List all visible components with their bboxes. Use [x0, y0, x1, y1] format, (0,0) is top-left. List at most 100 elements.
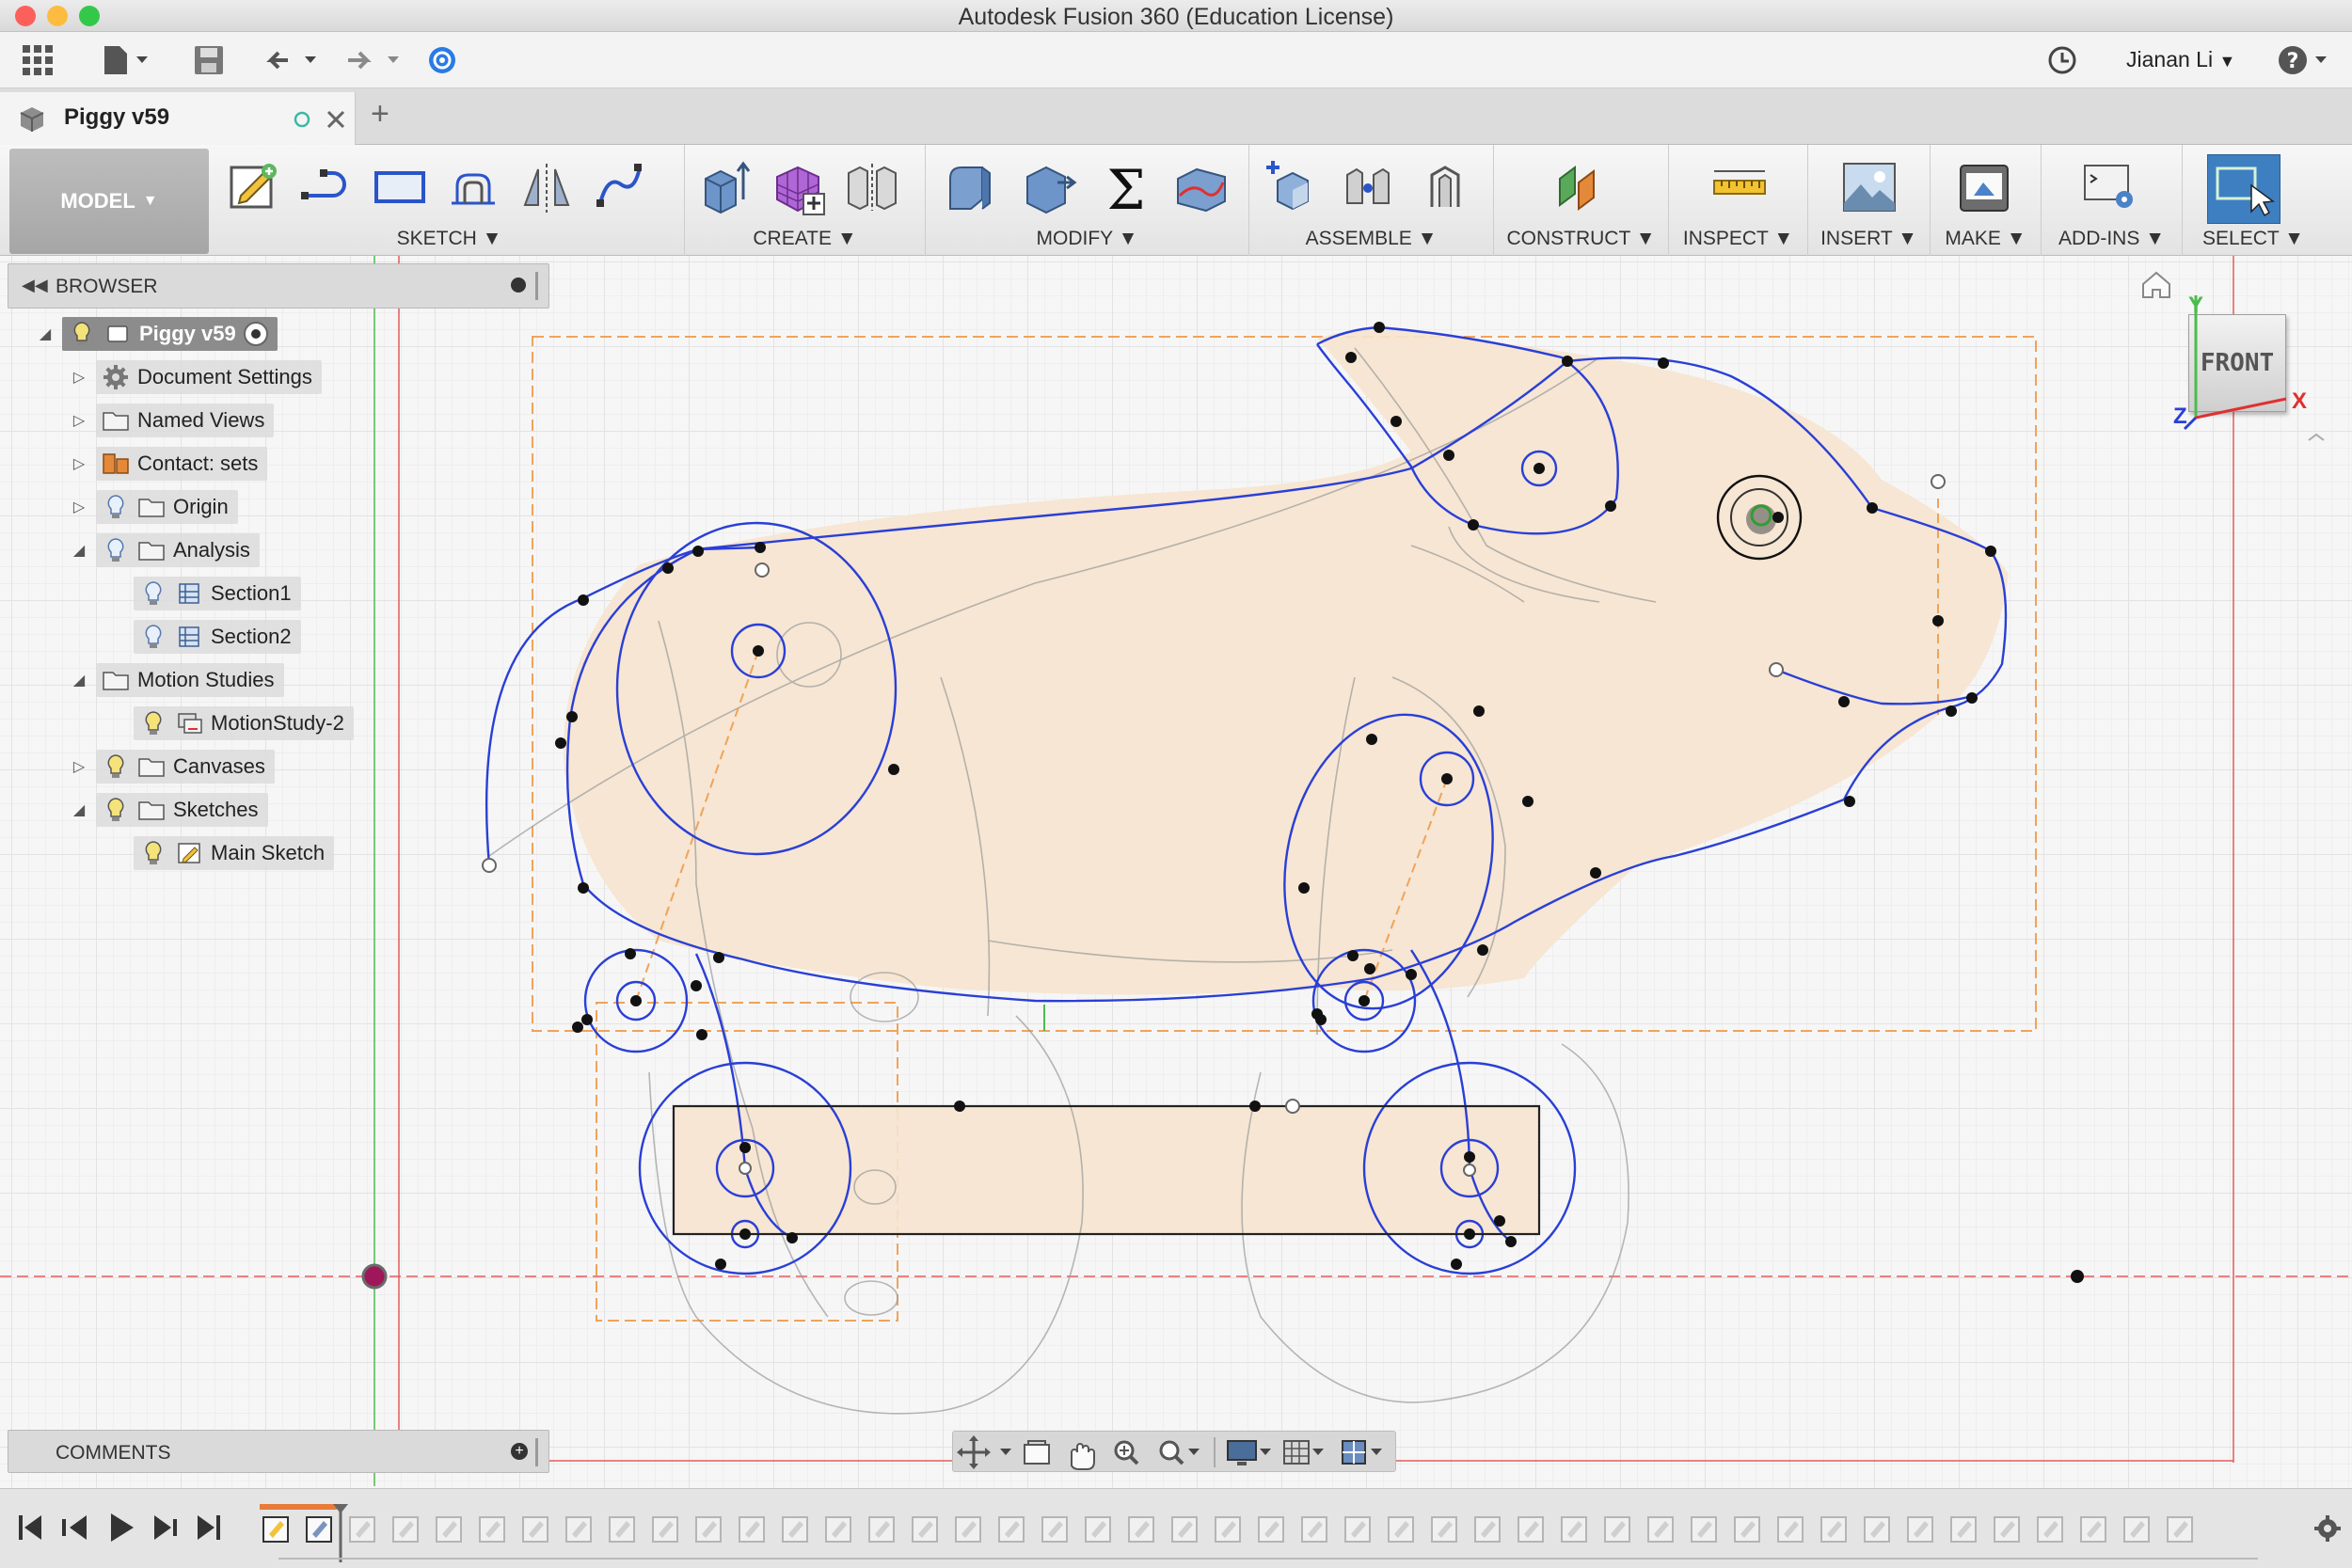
user-account-menu[interactable]: Jianan Li ▼ — [2126, 47, 2235, 72]
expanded-triangle-icon[interactable]: ◢ — [68, 800, 90, 819]
timeline-feature-icon[interactable] — [1344, 1516, 1371, 1543]
timeline-feature-icon[interactable] — [1518, 1516, 1544, 1543]
timeline-feature-icon[interactable] — [2123, 1516, 2150, 1543]
app-grid-icon[interactable] — [17, 41, 58, 79]
timeline-feature-icon[interactable] — [565, 1516, 592, 1543]
tree-item-section2[interactable]: Section2 — [134, 619, 301, 655]
expanded-triangle-icon[interactable]: ◢ — [68, 671, 90, 689]
panel-resize-handle[interactable] — [535, 272, 538, 300]
lightbulb-icon[interactable] — [68, 321, 96, 347]
timeline-feature-icon[interactable] — [1994, 1516, 2020, 1543]
timeline-feature-icon[interactable] — [1041, 1516, 1068, 1543]
timeline-feature-icon[interactable] — [1734, 1516, 1760, 1543]
mirror-icon[interactable] — [517, 158, 576, 216]
tree-item-contact-sets[interactable]: ▷ Contact: sets — [68, 446, 268, 482]
tree-item-section1[interactable]: Section1 — [134, 576, 301, 611]
view-cube-menu-icon[interactable] — [2308, 433, 2325, 441]
display-settings-icon[interactable] — [1227, 1440, 1271, 1465]
timeline-feature-icon[interactable] — [1215, 1516, 1241, 1543]
timeline-feature-icon[interactable] — [1604, 1516, 1630, 1543]
timeline-feature-icon[interactable] — [1907, 1516, 1933, 1543]
timeline-feature-icon[interactable] — [1647, 1516, 1674, 1543]
create-form-icon[interactable] — [770, 158, 828, 216]
pan-icon[interactable] — [1071, 1443, 1095, 1470]
ribbon-group-sketch-label[interactable]: SKETCH ▼ — [215, 228, 684, 250]
zoom-icon[interactable] — [1114, 1440, 1139, 1465]
file-icon[interactable] — [94, 41, 156, 79]
timeline-feature-icon[interactable] — [652, 1516, 678, 1543]
timeline-feature-icon[interactable] — [522, 1516, 548, 1543]
timeline-features[interactable] — [262, 1516, 2193, 1543]
timeline-feature-icon[interactable] — [1777, 1516, 1804, 1543]
timeline-feature-icon[interactable] — [912, 1516, 938, 1543]
lightbulb-icon[interactable] — [139, 624, 167, 650]
new-tab-button[interactable]: + — [371, 96, 389, 133]
expanded-triangle-icon[interactable]: ◢ — [34, 325, 56, 343]
timeline-feature-icon[interactable] — [1258, 1516, 1284, 1543]
job-status-icon[interactable] — [2042, 41, 2083, 79]
last-frame-icon[interactable] — [198, 1515, 220, 1540]
line-icon[interactable] — [297, 158, 356, 216]
ribbon-group-create-label[interactable]: CREATE ▼ — [685, 228, 925, 250]
orbit-icon[interactable] — [957, 1435, 1011, 1469]
ribbon-group-modify-label[interactable]: MODIFY ▼ — [926, 228, 1248, 250]
tree-item-analysis[interactable]: ◢ Analysis — [68, 532, 260, 568]
scripts-add-ins-icon[interactable] — [2081, 158, 2139, 216]
new-component-icon[interactable] — [1263, 158, 1321, 216]
create-sketch-icon[interactable] — [224, 158, 282, 216]
collapsed-triangle-icon[interactable]: ▷ — [68, 411, 90, 430]
ribbon-group-insert-label[interactable]: INSERT ▼ — [1808, 228, 1930, 250]
split-face-icon[interactable] — [1172, 158, 1231, 216]
offset-plane-icon[interactable] — [1552, 158, 1611, 216]
timeline-feature-icon[interactable] — [782, 1516, 808, 1543]
lightbulb-icon[interactable] — [139, 710, 167, 736]
tree-item-sketches[interactable]: ◢ Sketches — [68, 792, 268, 828]
origin-point[interactable] — [361, 1263, 388, 1290]
comments-panel-header[interactable]: COMMENTS + — [8, 1430, 549, 1473]
timeline-feature-icon[interactable] — [1820, 1516, 1847, 1543]
timeline-feature-icon[interactable] — [2080, 1516, 2106, 1543]
timeline-feature-icon[interactable] — [1388, 1516, 1414, 1543]
tree-item-motion-studies[interactable]: ◢ Motion Studies — [68, 662, 284, 698]
select-tool-active[interactable] — [2207, 154, 2280, 224]
press-pull-icon[interactable] — [941, 158, 999, 216]
help-icon[interactable]: ? — [2275, 41, 2337, 79]
timeline-feature-icon[interactable] — [479, 1516, 505, 1543]
timeline-feature-icon[interactable] — [1171, 1516, 1198, 1543]
fillet-icon[interactable] — [1020, 158, 1078, 216]
browser-panel-header[interactable]: ◀◀ BROWSER — [8, 263, 549, 309]
timeline-feature-icon[interactable] — [349, 1516, 375, 1543]
attached-canvas-icon[interactable] — [1840, 158, 1899, 216]
tree-item-origin[interactable]: ▷ Origin — [68, 489, 238, 525]
timeline-feature-icon[interactable] — [868, 1516, 895, 1543]
timeline-feature-icon[interactable] — [262, 1516, 289, 1543]
previous-step-icon[interactable] — [62, 1515, 87, 1540]
viewports-icon[interactable] — [1342, 1440, 1382, 1465]
timeline-feature-icon[interactable] — [1474, 1516, 1501, 1543]
timeline-feature-icon[interactable] — [436, 1516, 462, 1543]
look-at-icon[interactable] — [1024, 1440, 1050, 1465]
extrude-icon[interactable] — [696, 158, 755, 216]
ribbon-group-inspect-label[interactable]: INSPECT ▼ — [1669, 228, 1807, 250]
next-step-icon[interactable] — [154, 1515, 177, 1540]
data-panel-icon[interactable] — [423, 41, 461, 79]
lightbulb-icon[interactable] — [102, 753, 130, 780]
redo-icon[interactable] — [342, 41, 408, 79]
ribbon-group-assemble-label[interactable]: ASSEMBLE ▼ — [1249, 228, 1493, 250]
lightbulb-icon[interactable] — [139, 580, 167, 607]
tree-item-named-views[interactable]: ▷ Named Views — [68, 403, 275, 438]
activate-component-icon[interactable] — [243, 322, 268, 346]
close-tab-icon[interactable] — [326, 109, 346, 130]
sketch-geometry[interactable] — [0, 256, 2352, 1488]
tree-item-canvases[interactable]: ▷ Canvases — [68, 749, 275, 784]
workspace-switcher[interactable]: MODEL ▼ — [9, 149, 209, 254]
tree-item-motionstudy-2[interactable]: MotionStudy-2 — [134, 705, 354, 741]
first-frame-icon[interactable] — [19, 1515, 41, 1540]
tree-item-root[interactable]: ◢ Piggy v59 — [34, 316, 278, 352]
timeline-feature-icon[interactable] — [1950, 1516, 1977, 1543]
timeline-feature-icon[interactable] — [1301, 1516, 1327, 1543]
add-comment-icon[interactable]: + — [511, 1443, 528, 1460]
grid-settings-icon[interactable] — [1283, 1440, 1324, 1465]
collapse-browser-icon[interactable]: ◀◀ — [22, 276, 48, 295]
ribbon-group-select-label[interactable]: SELECT ▼ — [2183, 228, 2324, 250]
